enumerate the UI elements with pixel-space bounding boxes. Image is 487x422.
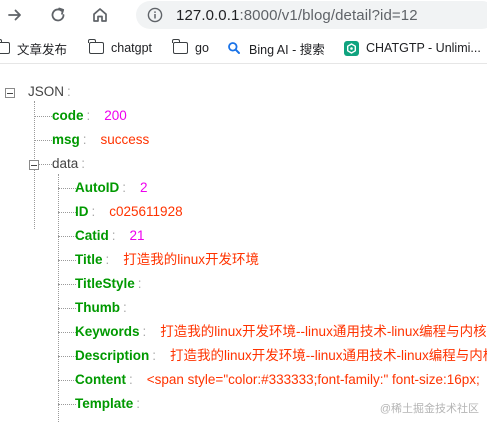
json-key: msg <box>52 132 80 147</box>
bookmark-folder-go[interactable]: go <box>171 38 209 58</box>
tree-connector <box>58 308 76 309</box>
tree-connector <box>58 404 76 405</box>
address-bar[interactable]: 127.0.0.1:8000/v1/blog/detail?id=12 <box>136 1 487 29</box>
colon: : <box>86 108 91 123</box>
colon: : <box>81 156 86 171</box>
json-viewer: JSON: code:200 msg: success data: AutoID:… <box>0 64 487 422</box>
bookmark-label: chatgpt <box>111 41 153 55</box>
colon: : <box>142 324 147 339</box>
bookmark-chatgtp[interactable]: CHATGTP - Unlimi... <box>343 38 481 58</box>
watermark: @稀土掘金技术社区 <box>379 403 479 415</box>
json-key: Keywords <box>75 324 140 339</box>
json-value: 打造我的linux开发环境 <box>123 252 260 267</box>
colon: : <box>105 252 110 267</box>
json-row-description: Description: 打造我的linux开发环境--linux通用技术-lin… <box>75 345 487 367</box>
json-row-autoid: AutoID:2 <box>75 177 148 199</box>
bookmark-label: CHATGTP - Unlimi... <box>366 41 481 55</box>
tree-connector <box>58 356 76 357</box>
json-value: <span style="color:#333333;font-family:"… <box>146 372 480 387</box>
json-value: c025611928 <box>109 204 183 219</box>
json-row-id: ID: c025611928 <box>75 201 183 223</box>
home-button[interactable] <box>88 3 112 27</box>
bookmark-bing-ai[interactable]: Bing AI - 搜索 <box>226 38 325 58</box>
json-row-titlestyle: TitleStyle: <box>75 273 156 295</box>
forward-button[interactable] <box>3 3 27 27</box>
folder-icon <box>171 39 188 55</box>
json-value: success <box>100 132 150 147</box>
json-row-thumb: Thumb: <box>75 297 141 319</box>
bookmark-label: Bing AI - 搜索 <box>249 42 325 57</box>
json-key: AutoID <box>75 180 120 195</box>
chatgpt-logo-icon <box>343 40 359 56</box>
json-key: Catid <box>75 228 109 243</box>
json-row-msg: msg: success <box>52 129 149 151</box>
bookmark-folder-chatgpt[interactable]: chatgpt <box>87 38 153 58</box>
json-row-catid: Catid:21 <box>75 225 145 247</box>
tree-connector <box>58 188 76 189</box>
tree-connector <box>58 332 76 333</box>
browser-toolbar: 127.0.0.1:8000/v1/blog/detail?id=12 <box>0 0 487 30</box>
url-text: 127.0.0.1:8000/v1/blog/detail?id=12 <box>176 7 418 24</box>
json-key: JSON <box>28 84 65 99</box>
tree-connector <box>34 140 52 141</box>
json-row-keywords: Keywords: 打造我的linux开发环境--linux通用技术-linux编… <box>75 321 487 343</box>
json-key: Content <box>75 372 126 387</box>
folder-icon <box>0 39 10 55</box>
colon: : <box>152 348 157 363</box>
url-host: 127.0.0.1 <box>176 6 240 24</box>
json-key: data <box>52 156 79 171</box>
json-key: Title <box>75 252 103 267</box>
json-value: 打造我的linux开发环境--linux通用技术-linux编程与内核 <box>160 324 487 339</box>
json-key: ID <box>75 204 89 219</box>
arrow-right-icon <box>8 9 21 21</box>
json-key: Thumb <box>75 300 120 315</box>
json-value: 200 <box>104 108 127 123</box>
colon: : <box>67 84 71 99</box>
colon: : <box>136 396 141 411</box>
colon: : <box>91 204 96 219</box>
tree-connector <box>58 380 76 381</box>
reload-button[interactable] <box>46 3 70 27</box>
json-key: Description <box>75 348 150 363</box>
tree-connector <box>34 116 52 117</box>
colon: : <box>123 300 127 315</box>
json-key: code <box>52 108 84 123</box>
bookmark-folder-wenzhangfabu[interactable]: 文章发布 <box>0 38 67 58</box>
json-row-template: Template: <box>75 393 154 415</box>
site-info-icon[interactable] <box>146 6 164 24</box>
collapse-toggle-data[interactable] <box>29 160 39 170</box>
colon: : <box>82 132 87 147</box>
folder-icon <box>87 39 104 55</box>
json-row-content: Content: <span style="color:#333333;font-… <box>75 369 480 391</box>
json-key: TitleStyle <box>75 276 135 291</box>
json-value: 打造我的linux开发环境--linux通用技术-linux编程与内核 <box>170 348 487 363</box>
json-value: 2 <box>140 180 148 195</box>
tree-connector <box>58 212 76 213</box>
bookmarks-bar: 文章发布 chatgpt go Bing AI - 搜索 CHATGTP - U… <box>0 33 487 64</box>
colon: : <box>137 276 142 291</box>
tree-connector <box>58 284 76 285</box>
colon: : <box>111 228 116 243</box>
bookmark-label: go <box>195 41 209 55</box>
json-row-code: code:200 <box>52 105 127 127</box>
json-row-data: data: <box>52 153 85 175</box>
colon: : <box>122 180 127 195</box>
tree-connector <box>58 260 76 261</box>
bookmark-label: 文章发布 <box>17 42 68 57</box>
bing-search-icon <box>226 41 242 55</box>
url-path: :8000/v1/blog/detail?id=12 <box>239 6 418 24</box>
collapse-toggle-root[interactable] <box>5 88 15 98</box>
colon: : <box>129 372 133 387</box>
tree-connector <box>58 236 76 237</box>
home-icon <box>93 8 107 22</box>
json-root-row: JSON: <box>28 81 71 103</box>
json-value: 21 <box>129 228 145 243</box>
reload-icon <box>51 7 65 22</box>
json-key: Template <box>75 396 134 411</box>
json-row-title: Title: 打造我的linux开发环境 <box>75 249 259 271</box>
